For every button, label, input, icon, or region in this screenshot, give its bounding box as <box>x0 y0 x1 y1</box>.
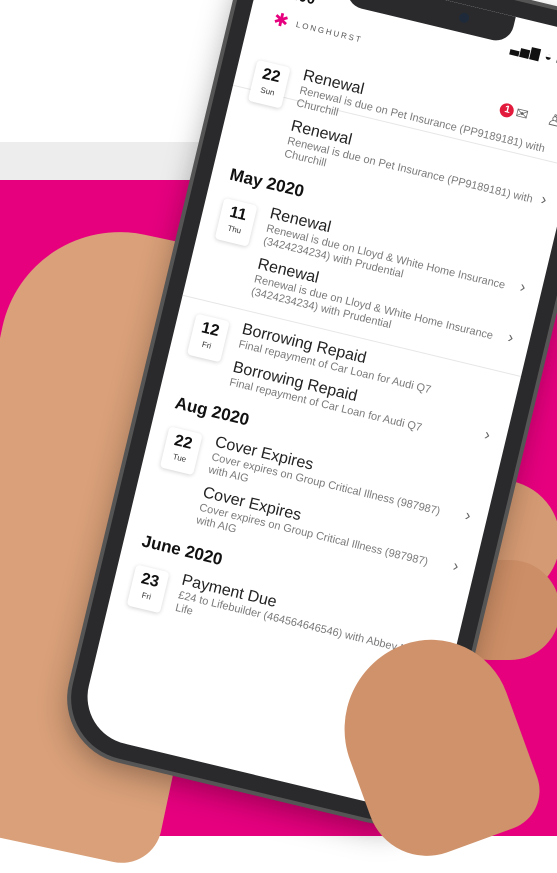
status-icons: ▃▅▇ ◒ ▬ <box>509 40 557 69</box>
date-box: 22 Tue <box>159 426 203 476</box>
date-box: 23 Fri <box>126 564 170 614</box>
camera-icon <box>458 11 471 24</box>
phone-notch <box>343 0 516 45</box>
chevron-right-icon: › <box>451 557 461 576</box>
chevron-right-icon: › <box>506 329 516 347</box>
chevron-right-icon: › <box>539 191 549 209</box>
logo-text: LONGHURST <box>295 19 364 45</box>
chevron-right-icon: › <box>463 507 473 525</box>
chevron-right-icon: › <box>518 278 528 297</box>
chevron-right-icon: › <box>482 425 493 444</box>
status-time: 9:00 <box>284 0 317 8</box>
date-box: 11 Thu <box>214 197 258 247</box>
date-box: 22 Sun <box>247 59 291 109</box>
date-box: 12 Fri <box>186 313 230 363</box>
logo-mark-icon: ✱ <box>271 8 291 32</box>
